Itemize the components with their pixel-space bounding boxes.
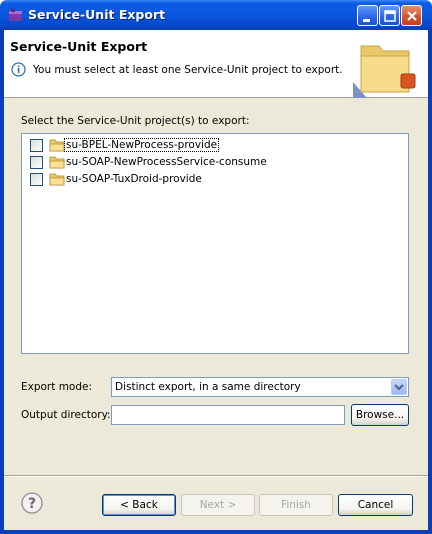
- maximize-icon: [384, 10, 396, 22]
- footer-separator: [4, 475, 428, 477]
- export-mode-value: Distinct export, in a same directory: [115, 381, 301, 393]
- list-item[interactable]: su-BPEL-NewProcess-provide: [27, 137, 387, 153]
- svg-text:?: ?: [28, 496, 36, 512]
- project-folder-icon: [49, 139, 65, 152]
- wizard-header: Service-Unit Export You must select at l…: [4, 30, 428, 98]
- finish-button[interactable]: Finish: [259, 494, 333, 516]
- project-checkbox[interactable]: [30, 156, 43, 169]
- window-frame-bottom: [0, 530, 432, 534]
- export-dialog-window: Service-Unit Export Service-Unit Export …: [0, 0, 432, 534]
- project-label: su-SOAP-TuxDroid-provide: [66, 173, 202, 185]
- project-label: su-SOAP-NewProcessService-consume: [66, 156, 267, 168]
- list-item[interactable]: su-SOAP-NewProcessService-consume: [27, 154, 387, 170]
- back-button[interactable]: < Back: [102, 494, 176, 516]
- title-bar[interactable]: Service-Unit Export: [0, 0, 432, 30]
- projects-list[interactable]: su-BPEL-NewProcess-provide su-SOAP-NewPr…: [21, 133, 409, 354]
- chevron-down-icon: [394, 384, 404, 391]
- dialog-body: Service-Unit Export You must select at l…: [4, 30, 428, 530]
- help-icon[interactable]: ?: [21, 492, 43, 514]
- cancel-button[interactable]: Cancel: [338, 494, 413, 516]
- projects-label: Select the Service-Unit project(s) to ex…: [21, 115, 250, 127]
- minimize-button[interactable]: [357, 5, 378, 26]
- close-button[interactable]: [401, 5, 422, 26]
- output-directory-label: Output directory:: [21, 409, 111, 421]
- minimize-icon: [363, 19, 370, 22]
- close-icon: [407, 11, 417, 21]
- eclipse-app-icon: [9, 9, 22, 21]
- maximize-button[interactable]: [379, 5, 400, 26]
- info-icon: [11, 62, 26, 77]
- export-mode-label: Export mode:: [21, 381, 93, 393]
- window-title: Service-Unit Export: [28, 7, 166, 22]
- project-folder-icon: [49, 156, 65, 169]
- output-directory-field[interactable]: [111, 405, 345, 425]
- project-folder-icon: [49, 173, 65, 186]
- export-folder-icon: [353, 45, 416, 98]
- page-title: Service-Unit Export: [10, 39, 148, 54]
- export-mode-select[interactable]: Distinct export, in a same directory: [111, 377, 409, 397]
- output-directory-input[interactable]: [112, 406, 344, 424]
- header-message: You must select at least one Service-Uni…: [33, 64, 343, 76]
- project-checkbox[interactable]: [30, 139, 43, 152]
- project-label: su-BPEL-NewProcess-provide: [63, 138, 220, 152]
- next-button[interactable]: Next >: [181, 494, 255, 516]
- browse-button[interactable]: Browse...: [351, 404, 409, 426]
- dropdown-arrow-button[interactable]: [391, 379, 407, 395]
- project-checkbox[interactable]: [30, 173, 43, 186]
- list-item[interactable]: su-SOAP-TuxDroid-provide: [27, 171, 387, 187]
